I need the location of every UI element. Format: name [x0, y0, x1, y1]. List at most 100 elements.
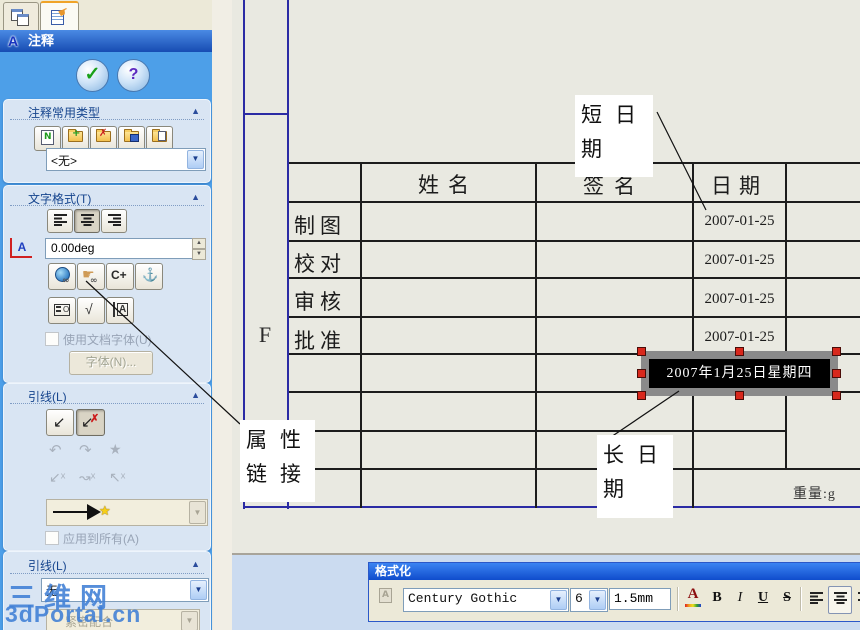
align-center-icon: [833, 592, 847, 604]
selection-handle[interactable]: [832, 369, 841, 378]
selection-handle[interactable]: [637, 347, 646, 356]
leader-nearest-icon: ★: [109, 441, 122, 457]
apply-all-checkbox[interactable]: [45, 531, 59, 545]
border-box-icon: O: [54, 304, 70, 316]
font-size-combo[interactable]: 6 ▼: [570, 588, 608, 612]
favorites-group: 注释常用类型 ▲ N + ✗ <无> ▼: [3, 99, 211, 183]
surface-finish-button[interactable]: √: [77, 297, 105, 324]
table-line: [289, 240, 860, 242]
selection-handle[interactable]: [832, 391, 841, 400]
spinner-down-icon[interactable]: ▼: [192, 249, 206, 260]
help-button[interactable]: ?: [117, 59, 150, 92]
collapse-arrow-icon[interactable]: ▲: [191, 390, 200, 400]
align-left-button[interactable]: [47, 209, 73, 233]
underline-button[interactable]: U: [752, 586, 774, 612]
align-right-icon: [107, 214, 121, 226]
divider: [10, 205, 204, 206]
selection-handle[interactable]: [637, 369, 646, 378]
tab-property-manager[interactable]: ☛: [40, 1, 79, 32]
rainbow-underline-icon: [685, 604, 701, 607]
straight-leader-icon: ↙ˣ: [49, 469, 66, 485]
chevron-down-icon[interactable]: ▼: [589, 590, 606, 610]
date-cell: 2007-01-25: [704, 252, 775, 268]
underline-icon: U: [757, 590, 769, 605]
chevron-down-icon[interactable]: ▼: [187, 150, 204, 169]
row-label: 审核: [294, 290, 346, 314]
formatting-toolbar-title[interactable]: 格式化: [369, 563, 860, 580]
font-name-value: Century Gothic: [408, 591, 518, 606]
leader-button[interactable]: ↙: [46, 409, 74, 436]
arrow-style-combo[interactable]: ★ ▼: [46, 499, 208, 526]
selection-handle[interactable]: [832, 347, 841, 356]
col-header-name: 姓名: [418, 173, 478, 197]
selected-note-frame[interactable]: 2007年1月25日星期四: [641, 351, 838, 396]
callout-text: 长日: [603, 443, 671, 467]
selected-note-text[interactable]: 2007年1月25日星期四: [649, 359, 830, 388]
no-leader-button[interactable]: ↙ ✗: [76, 409, 105, 436]
panel-splitter[interactable]: [212, 0, 234, 630]
datum-button[interactable]: A: [106, 297, 134, 324]
font-color-button[interactable]: A: [682, 586, 704, 612]
insert-hyperlink-button[interactable]: ∞: [48, 263, 76, 290]
align-center-button[interactable]: [74, 209, 100, 233]
windows-icon: [17, 14, 29, 26]
italic-icon: I: [737, 590, 743, 605]
check-icon: ✓: [84, 64, 101, 85]
callout-long-date: 长日 期: [597, 435, 673, 518]
table-line: [289, 316, 860, 318]
font-name-combo[interactable]: Century Gothic ▼: [403, 588, 569, 612]
toolbar-align-right-button[interactable]: [853, 586, 860, 612]
folder-delete-icon: ✗: [96, 128, 111, 142]
strikethrough-button[interactable]: S: [776, 586, 798, 612]
drawing-border: [232, 553, 860, 555]
angle-spinner[interactable]: ▲ ▼: [192, 238, 206, 260]
text-height-input[interactable]: 1.5mm: [609, 588, 671, 610]
angle-input[interactable]: 0.00deg: [45, 238, 193, 259]
strikethrough-icon: S: [783, 590, 791, 605]
date-cell: 2007-01-25: [704, 213, 775, 229]
folder-add-icon: +: [68, 128, 83, 142]
angle-value: 0.00deg: [51, 241, 95, 255]
date-cell: 2007-01-25: [704, 291, 775, 307]
collapse-arrow-icon[interactable]: ▲: [191, 106, 200, 116]
star-icon: ★: [99, 503, 111, 518]
col-header-date: 日期: [711, 174, 767, 198]
toolbar-align-left-button[interactable]: [805, 586, 827, 612]
bent-leader-icon: ↝ˣ: [79, 469, 96, 485]
callout-short-date: 短日 期: [575, 95, 653, 177]
selection-handle[interactable]: [735, 391, 744, 400]
font-button[interactable]: 字体(N)...: [69, 351, 153, 375]
selection-handle[interactable]: [735, 347, 744, 356]
table-line: [289, 430, 786, 432]
chevron-down-icon[interactable]: ▼: [190, 580, 207, 600]
angle-icon: A: [10, 238, 32, 258]
chevron-down-icon[interactable]: ▼: [550, 590, 567, 610]
collapse-arrow-icon[interactable]: ▲: [191, 559, 200, 569]
use-doc-font-checkbox[interactable]: [45, 332, 59, 346]
panel-title: 注释: [28, 33, 55, 48]
align-left-icon: [809, 592, 823, 604]
add-border-button[interactable]: O: [48, 297, 76, 324]
callout-property-link: 属性 链接: [240, 420, 315, 502]
add-symbol-button[interactable]: C+: [106, 263, 134, 290]
ok-button[interactable]: ✓: [76, 59, 109, 92]
callout-text: 属性: [246, 428, 314, 452]
italic-button[interactable]: I: [730, 586, 750, 612]
lock-note-button[interactable]: ⚓: [135, 263, 163, 290]
style-combo[interactable]: <无> ▼: [46, 148, 206, 171]
spinner-up-icon[interactable]: ▲: [192, 238, 206, 249]
table-line: [289, 277, 860, 279]
collapse-arrow-icon[interactable]: ▲: [191, 192, 200, 202]
text-height-value: 1.5mm: [614, 591, 654, 606]
toolbar-separator: [800, 587, 802, 611]
table-line: [289, 201, 860, 203]
align-right-button[interactable]: [101, 209, 127, 233]
selection-handle[interactable]: [637, 391, 646, 400]
chevron-down-icon: ▼: [189, 501, 206, 524]
text-format-group: 文字格式(T) ▲ A 0.00deg ▲ ▼ ∞ ☛ ∞ C+ ⚓ O √ A…: [3, 185, 211, 383]
bold-button[interactable]: B: [706, 586, 728, 612]
toolbar-align-center-button[interactable]: [828, 586, 852, 614]
font-size-value: 6: [575, 591, 583, 606]
link-to-property-button[interactable]: ☛ ∞: [77, 263, 105, 290]
tab-feature-manager[interactable]: [3, 2, 39, 30]
